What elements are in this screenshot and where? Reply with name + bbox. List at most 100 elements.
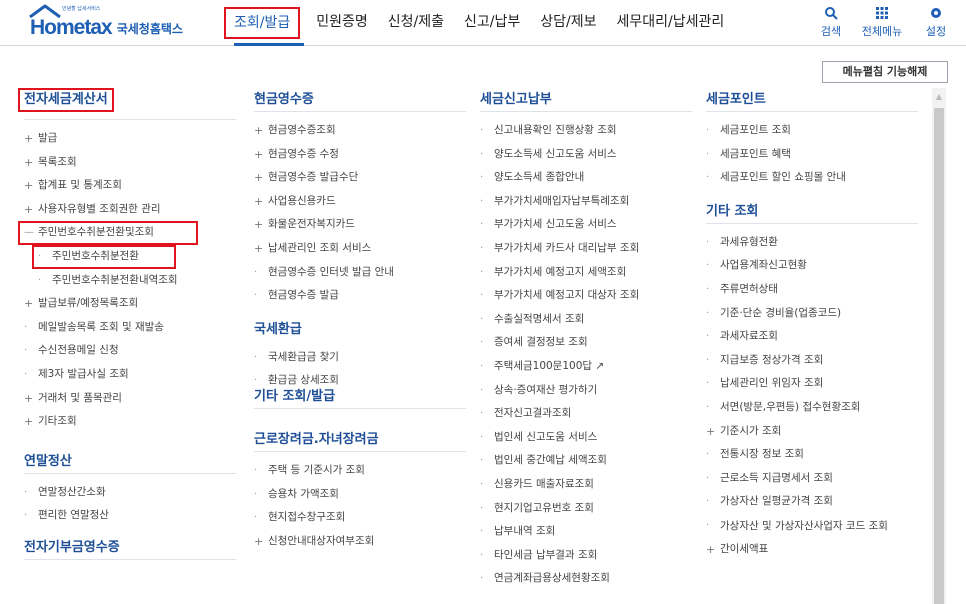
menu-item[interactable]: · 납세관리인 위임자 조회 (706, 372, 918, 396)
menu-item[interactable]: · 현지기업고유번호 조회 (480, 497, 692, 521)
menu-item[interactable]: + 사업용신용카드 (254, 190, 466, 214)
section-title-tax-points[interactable]: 세금포인트 (706, 88, 918, 112)
settings-button[interactable]: 설정 (916, 6, 956, 39)
menu-item[interactable]: · 증여세 결정정보 조회 (480, 331, 692, 355)
hometax-logo[interactable]: 안녕할 납세서비스 Home tax 국세청홈택스 (29, 4, 183, 38)
plus-icon: + (24, 155, 34, 169)
menu-item-label: 기준·단순 경비율(업종코드) (720, 306, 842, 319)
menu-item[interactable]: · 수출실적명세서 조회 (480, 308, 692, 332)
menu-item[interactable]: + 합계표 및 통계조회 (24, 174, 236, 198)
menu-item-label: 주민번호수취분전환내역조회 (52, 273, 178, 286)
menu-expand-disable-button[interactable]: 메뉴펼침 기능해제 (822, 61, 948, 83)
menu-item[interactable]: + 신청안내대상자여부조회 (254, 530, 466, 554)
menu-item[interactable]: · 가상자산 일평균가격 조회 (706, 490, 918, 514)
scroll-up-arrow-icon[interactable]: ▲ (932, 92, 946, 102)
bullet-dot-icon: · (480, 573, 484, 585)
menu-item[interactable]: · 근로소득 지급명세서 조회 (706, 467, 918, 491)
menu-item[interactable]: · 주택 등 기준시가 조회 (254, 459, 466, 483)
menu-item[interactable]: · 현금영수증 발급 (254, 284, 466, 308)
menu-item[interactable]: · 신고내용확인 진행상황 조회 (480, 119, 692, 143)
menu-item[interactable]: + 현금영수증 수정 (254, 143, 466, 167)
section-title-e-tax-invoice[interactable]: 전자세금계산서 (18, 88, 114, 112)
section-title-cash-receipt[interactable]: 현금영수증 (254, 88, 466, 112)
gnb-consult-report[interactable]: 상담/제보 (530, 7, 606, 39)
menu-item[interactable]: · 법인세 신고도움 서비스 (480, 426, 692, 450)
gnb-inquiry-issue[interactable]: 조회/발급 (224, 7, 301, 39)
menu-item[interactable]: · 세금포인트 할인 쇼핑몰 안내 (706, 166, 918, 190)
scroll-thumb[interactable] (934, 108, 944, 604)
menu-item[interactable]: · 전자신고결과조회 (480, 402, 692, 426)
section-title-other-inquiry-issue[interactable]: 기타 조회/발급 (254, 389, 466, 409)
menu-item[interactable]: · 법인세 중간예납 세액조회 (480, 449, 692, 473)
menu-item[interactable]: · 수신전용메일 신청 (24, 339, 236, 363)
menu-item[interactable]: · 납부내역 조회 (480, 520, 692, 544)
menu-item[interactable]: + 화물운전자복지카드 (254, 213, 466, 237)
menu-item[interactable]: · 상속·증여재산 평가하기 (480, 379, 692, 403)
menu-item[interactable]: · 서면(방문,우편등) 접수현황조회 (706, 396, 918, 420)
menu-item[interactable]: · 제3자 발급사실 조회 (24, 363, 236, 387)
all-menu-button[interactable]: 전체메뉴 (862, 6, 902, 39)
menu-item[interactable]: · 부가가치세 예정고지 세액조회 (480, 261, 692, 285)
menu-item[interactable]: · 연금계좌급용상세현황조회 (480, 567, 692, 591)
menu-item[interactable]: + 목록조회 (24, 151, 236, 175)
menu-item[interactable]: + 납세관리인 조회 서비스 (254, 237, 466, 261)
menu-item[interactable]: · 과세유형전환 (706, 231, 918, 255)
menu-item[interactable]: + 현금영수증조회 (254, 119, 466, 143)
menu-item[interactable]: · 과세자료조회 (706, 325, 918, 349)
menu-item[interactable]: · 세금포인트 조회 (706, 119, 918, 143)
menu-item[interactable]: · 주민번호수취분전환내역조회 (24, 269, 236, 293)
section-title-tax-filing[interactable]: 세금신고납부 (480, 88, 692, 112)
menu-item[interactable]: · 부가가치세 카드사 대리납부 조회 (480, 237, 692, 261)
gnb-tax-agent[interactable]: 세무대리/납세관리 (607, 7, 735, 39)
gnb-civil-certificate[interactable]: 민원증명 (306, 7, 378, 39)
menu-item[interactable]: · 메일발송목록 조회 및 재발송 (24, 316, 236, 340)
menu-item[interactable]: · 주류면허상태 (706, 278, 918, 302)
menu-item[interactable]: · 지급보증 정상가격 조회 (706, 349, 918, 373)
menu-item[interactable]: · 세금포인트 혜택 (706, 143, 918, 167)
menu-item-label: 납부내역 조회 (494, 525, 556, 538)
menu-item[interactable]: · 양도소득세 종합안내 (480, 166, 692, 190)
search-button[interactable]: 검색 (811, 6, 851, 39)
menu-item[interactable]: · 부가가치세 예정고지 대상자 조회 (480, 284, 692, 308)
menu-item[interactable]: · 전통시장 정보 조회 (706, 443, 918, 467)
section-title-year-end[interactable]: 연말정산 (24, 450, 236, 474)
menu-item[interactable]: · 양도소득세 신고도움 서비스 (480, 143, 692, 167)
menu-item[interactable]: · 편리한 연말정산 (24, 504, 236, 528)
menu-item[interactable]: · 국세환급금 찾기 (254, 346, 466, 370)
gnb-apply-submit[interactable]: 신청/제출 (378, 7, 454, 39)
logo-korean-name: 국세청홈택스 (116, 22, 183, 36)
menu-item[interactable]: · 현지접수창구조회 (254, 506, 466, 530)
menu-item[interactable]: + 간이세액표 (706, 538, 918, 562)
section-title-tax-refund[interactable]: 국세환급 (254, 318, 466, 342)
plus-icon: + (24, 132, 34, 145)
plus-icon: + (254, 241, 264, 255)
menu-item[interactable]: · 신용카드 매출자료조회 (480, 473, 692, 497)
menu-item[interactable]: · 주민번호수취분전환 (32, 244, 176, 269)
menu-item[interactable]: · 기준·단순 경비율(업종코드) (706, 302, 918, 326)
menu-item[interactable]: + 발급 (24, 127, 236, 151)
menu-item[interactable]: + 현금영수증 발급수단 (254, 166, 466, 190)
menu-item[interactable]: · 연말정산간소화 (24, 481, 236, 505)
menu-item-label: 현지기업고유번호 조회 (494, 501, 594, 514)
menu-item[interactable]: · 부가가치세매입자납부특례조회 (480, 190, 692, 214)
menu-item[interactable]: · 부가가치세 신고도움 서비스 (480, 213, 692, 237)
menu-item[interactable]: + 기준시가 조회 (706, 420, 918, 444)
section-title-incentive[interactable]: 근로장려금.자녀장려금 (254, 428, 466, 452)
menu-item[interactable]: · 승용차 가액조회 (254, 483, 466, 507)
menu-item[interactable]: · 사업용계좌신고현황 (706, 254, 918, 278)
section-title-other-inquiry[interactable]: 기타 조회 (706, 200, 918, 224)
menu-item[interactable]: + 발급보류/예정목록조회 (24, 292, 236, 316)
menu-item-label: 증여세 결정정보 조회 (494, 336, 588, 349)
menu-item[interactable]: + 사용자유형별 조회권한 관리 (24, 198, 236, 222)
menu-item[interactable]: · 현금영수증 인터넷 발급 안내 (254, 261, 466, 285)
gnb-report-pay[interactable]: 신고/납부 (454, 7, 530, 39)
menu-item[interactable]: + 기타조회 (24, 410, 236, 434)
menu-item[interactable]: + 거래처 및 품목관리 (24, 387, 236, 411)
menu-item[interactable]: · 주택세금100문100답 ↗ (480, 355, 692, 379)
menu-item[interactable]: — 주민번호수취분전환및조회 (18, 221, 198, 245)
section-title-e-donation-receipt[interactable]: 전자기부금영수증 (24, 536, 236, 560)
menu-item[interactable]: · 타인세금 납부결과 조회 (480, 544, 692, 568)
scrollbar[interactable]: ▲ (932, 88, 946, 604)
menu-item[interactable]: · 가상자산 및 가상자산사업자 코드 조회 (706, 514, 918, 538)
bullet-dot-icon: · (480, 290, 484, 302)
